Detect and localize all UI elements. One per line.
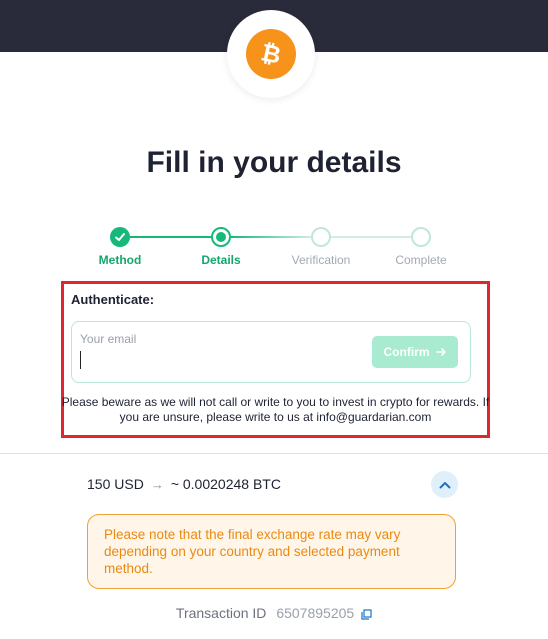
exchange-summary: 150 USD → ~ 0.0020248 BTC [87, 476, 281, 492]
arrow-right-icon [435, 348, 446, 356]
step-active-dot-icon [211, 227, 231, 247]
bitcoin-icon: ₿ [246, 29, 296, 79]
step-connector [331, 236, 411, 238]
authenticate-label: Authenticate: [71, 292, 155, 307]
step-label-verification: Verification [291, 253, 351, 267]
progress-stepper: Method Details Verification Complete [0, 226, 548, 270]
transaction-id-label: Transaction ID [175, 605, 267, 621]
currency-logo: ₿ [227, 10, 315, 98]
text-caret [80, 351, 81, 369]
step-connector [231, 236, 311, 238]
step-label-complete: Complete [395, 253, 447, 267]
arrow-right-icon: → [150, 476, 164, 492]
email-field[interactable]: Your email Confirm [71, 321, 471, 383]
copy-icon[interactable] [361, 607, 372, 623]
step-label-details: Details [201, 253, 241, 267]
step-pending-dot-icon [311, 227, 331, 247]
collapse-button[interactable] [431, 471, 458, 498]
from-amount: 150 USD [87, 476, 144, 492]
exchange-rate-warning: Please note that the final exchange rate… [87, 514, 456, 589]
step-connector [130, 236, 212, 238]
chevron-up-icon [439, 481, 450, 488]
transaction-id-row: Transaction ID 6507895205 [0, 605, 548, 623]
page-title: Fill in your details [146, 146, 402, 179]
divider [0, 453, 548, 454]
to-amount: ~ 0.0020248 BTC [170, 476, 281, 492]
step-label-method: Method [98, 253, 142, 267]
confirm-button[interactable]: Confirm [372, 336, 458, 368]
security-notice: Please beware as we will not call or wri… [61, 395, 490, 424]
step-done-check-icon [110, 227, 130, 247]
confirm-button-label: Confirm [383, 345, 430, 359]
email-placeholder: Your email [80, 332, 137, 346]
step-pending-dot-icon [411, 227, 431, 247]
transaction-id-value: 6507895205 [276, 605, 355, 621]
svg-text:₿: ₿ [259, 39, 284, 69]
